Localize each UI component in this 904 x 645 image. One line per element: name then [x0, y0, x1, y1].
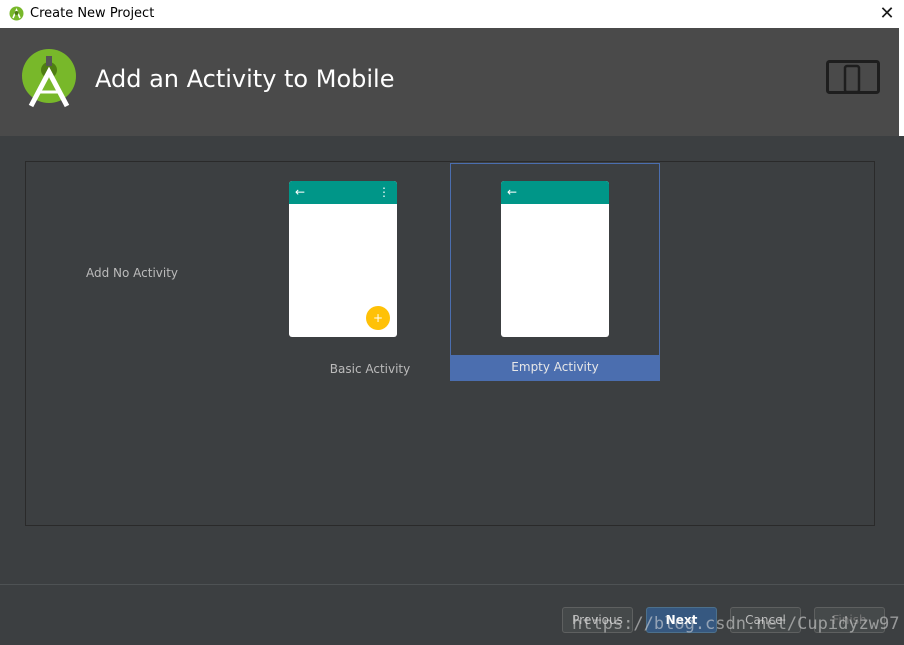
cancel-button[interactable]: Cancel	[730, 607, 801, 633]
page-title: Add an Activity to Mobile	[95, 65, 395, 93]
back-arrow-icon: ←	[507, 185, 518, 199]
previous-button[interactable]: Previous	[562, 607, 633, 633]
overflow-menu-icon: ⋮	[378, 185, 390, 199]
next-button[interactable]: Next	[646, 607, 717, 633]
close-icon[interactable]: ✕	[870, 0, 904, 28]
window-edge	[899, 28, 904, 136]
tablet-phone-icon	[826, 60, 880, 94]
window-title-bar: Create New Project ✕	[0, 0, 904, 28]
app-bar: ←	[501, 181, 609, 204]
empty-activity-tile[interactable]: ← Empty Activity	[450, 163, 660, 381]
add-no-activity-tile[interactable]: Add No Activity	[28, 226, 236, 316]
wizard-footer: Previous Next Cancel Finish	[0, 584, 904, 645]
android-studio-logo	[22, 49, 76, 108]
tile-label: Add No Activity	[85, 266, 179, 280]
finish-button[interactable]: Finish	[814, 607, 885, 633]
fab-plus-icon: +	[366, 306, 390, 330]
app-bar: ← ⋮	[289, 181, 397, 204]
phone-preview: ← ⋮ +	[289, 181, 397, 337]
phone-preview: ←	[501, 181, 609, 337]
basic-activity-tile[interactable]: ← ⋮ + Basic Activity	[265, 163, 475, 381]
tile-label: Basic Activity	[329, 362, 411, 376]
window-title: Create New Project	[30, 6, 155, 21]
activity-gallery: Add No Activity ← ⋮ + Basic Activity ← E…	[25, 161, 875, 526]
back-arrow-icon: ←	[295, 185, 306, 199]
activity-gallery-panel: Add No Activity ← ⋮ + Basic Activity ← E…	[0, 136, 904, 584]
wizard-header: Add an Activity to Mobile	[0, 28, 904, 136]
tile-label: Empty Activity	[451, 355, 659, 380]
android-studio-icon	[9, 6, 24, 21]
